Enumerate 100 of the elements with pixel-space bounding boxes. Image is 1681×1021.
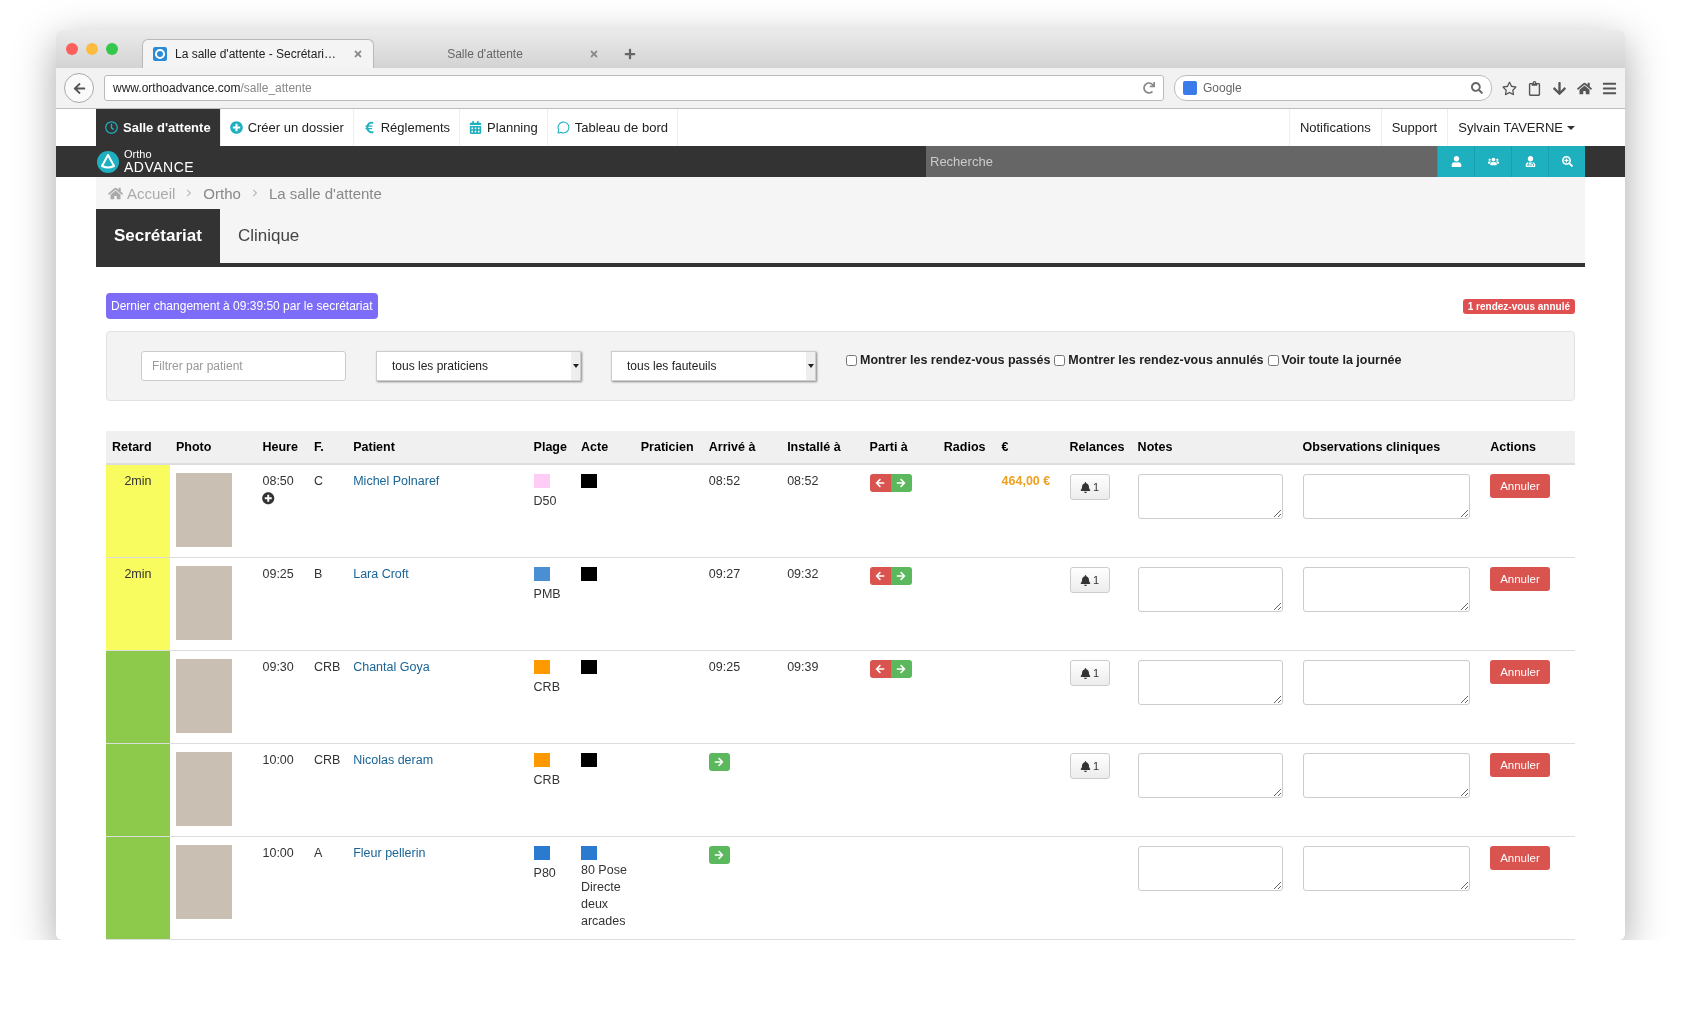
- star-icon[interactable]: [1502, 80, 1517, 96]
- patient-filter-field[interactable]: Filtrer par patient: [141, 351, 346, 381]
- download-icon[interactable]: [1552, 80, 1567, 96]
- practitioner-select[interactable]: tous les praticiens: [376, 351, 581, 381]
- search-icon[interactable]: [1471, 82, 1483, 94]
- column-header: €: [995, 431, 1064, 464]
- plage-text: D50: [533, 494, 557, 508]
- column-header: Photo: [169, 431, 257, 464]
- checkbox[interactable]: [1054, 354, 1066, 366]
- doctor-icon: [1524, 156, 1536, 167]
- logo-text: ADVANCE: [124, 160, 195, 174]
- arrive-button[interactable]: [708, 753, 730, 771]
- checkbox-label: Montrer les rendez-vous annulés: [1068, 353, 1264, 367]
- chevron-icon: [250, 189, 259, 197]
- checkbox-label: Montrer les rendez-vous passés: [860, 353, 1051, 367]
- reminder-button[interactable]: 1: [1069, 660, 1110, 686]
- notes-field[interactable]: [1137, 753, 1283, 798]
- app-icon: [153, 47, 167, 61]
- plage-text: CRB: [533, 680, 560, 694]
- address-field[interactable]: www.orthoadvance.com/salle_attente: [104, 75, 1164, 101]
- home-icon[interactable]: [1577, 80, 1592, 96]
- column-header: Parti à: [863, 431, 938, 464]
- patient-link[interactable]: Nicolas deram: [353, 753, 434, 767]
- observations-field[interactable]: [1302, 753, 1470, 798]
- patient-link[interactable]: Michel Polnaref: [353, 474, 440, 488]
- back-button[interactable]: [869, 660, 891, 678]
- time-text: 09:39: [787, 660, 819, 674]
- doctor-button[interactable]: [1511, 146, 1548, 177]
- bell-icon: [1080, 667, 1091, 679]
- search-field[interactable]: Google: [1174, 75, 1492, 101]
- chair-select[interactable]: tous les fauteuils: [611, 351, 816, 381]
- reminder-button[interactable]: 1: [1069, 567, 1110, 593]
- back-button[interactable]: [869, 474, 891, 492]
- observations-field[interactable]: [1302, 660, 1470, 705]
- close-icon[interactable]: [66, 43, 78, 55]
- arrow-right-icon: [896, 571, 907, 581]
- plage-text: PMB: [533, 587, 561, 601]
- browser-tab[interactable]: La salle d'attente - Secrétari…: [142, 39, 374, 68]
- calendar-icon: [469, 121, 483, 134]
- users-button[interactable]: [1474, 146, 1511, 177]
- plage-text: P80: [533, 866, 556, 880]
- euro-icon: [362, 121, 376, 134]
- zoom-icon[interactable]: [106, 43, 118, 55]
- column-header: Radios: [937, 431, 996, 464]
- arrive-button[interactable]: [708, 846, 730, 864]
- forward-button[interactable]: [890, 567, 912, 585]
- patient-link[interactable]: Lara Croft: [353, 567, 409, 581]
- observations-field[interactable]: [1302, 567, 1470, 612]
- table-cell: CRB: [308, 650, 348, 744]
- back-button[interactable]: [869, 567, 891, 585]
- user-button[interactable]: [1437, 146, 1474, 177]
- column-header: Patient: [347, 431, 528, 464]
- cancelled-badge: 1 rendez-vous annulé: [1462, 298, 1575, 314]
- close-icon[interactable]: [589, 49, 599, 59]
- forward-button[interactable]: [890, 474, 912, 492]
- observations-field[interactable]: [1302, 846, 1470, 891]
- menu-icon[interactable]: [1602, 80, 1617, 96]
- tab[interactable]: Secrétariat: [96, 209, 220, 263]
- tab[interactable]: Clinique: [219, 209, 332, 263]
- reminder-button[interactable]: 1: [1069, 474, 1110, 500]
- back-button[interactable]: [64, 73, 94, 103]
- clock-icon: [105, 121, 118, 134]
- patient-link[interactable]: Fleur pellerin: [353, 846, 426, 860]
- notes-field[interactable]: [1137, 846, 1283, 891]
- back-icon: [72, 81, 86, 95]
- notes-field[interactable]: [1137, 660, 1283, 705]
- cancel-button[interactable]: Annuler: [1490, 567, 1550, 591]
- arrow-left-icon: [875, 571, 886, 581]
- cancel-button[interactable]: Annuler: [1490, 474, 1550, 498]
- time-text: 09:32: [787, 567, 819, 581]
- column-header: Acte: [575, 431, 635, 464]
- nav-item[interactable]: Salle d'attente: [96, 109, 221, 146]
- arrow-right-icon: [714, 850, 725, 860]
- checkbox[interactable]: [846, 354, 857, 366]
- notes-field[interactable]: [1137, 567, 1283, 612]
- close-icon[interactable]: [353, 49, 363, 59]
- new-tab-icon[interactable]: [624, 48, 636, 60]
- chevron-icon: [185, 189, 194, 197]
- browser-tab[interactable]: Salle d'attente: [378, 39, 610, 68]
- search-field[interactable]: Recherche: [926, 146, 1437, 177]
- reminder-button[interactable]: 1: [1069, 753, 1110, 779]
- arrow-right-icon: [714, 757, 725, 767]
- notes-field[interactable]: [1137, 474, 1283, 519]
- patient-link[interactable]: Chantal Goya: [353, 660, 430, 674]
- cancel-button[interactable]: Annuler: [1490, 660, 1550, 684]
- plus-icon[interactable]: [262, 492, 275, 505]
- forward-button[interactable]: [890, 660, 912, 678]
- reload-icon[interactable]: [1143, 82, 1155, 94]
- zoom-button[interactable]: [1548, 146, 1585, 177]
- observations-field[interactable]: [1302, 474, 1470, 519]
- checkbox[interactable]: [1267, 354, 1279, 366]
- time-text: 10:00: [262, 753, 294, 767]
- cancel-button[interactable]: Annuler: [1490, 846, 1550, 870]
- bell-icon: [1080, 760, 1091, 772]
- acte-text: 80 Pose Directe deux arcades: [581, 862, 628, 930]
- cancel-button[interactable]: Annuler: [1490, 753, 1550, 777]
- time-text: 08:52: [708, 474, 741, 488]
- column-header: Notes: [1131, 431, 1297, 464]
- clipboard-icon[interactable]: [1527, 80, 1542, 96]
- column-header: Arrivé à: [702, 431, 782, 464]
